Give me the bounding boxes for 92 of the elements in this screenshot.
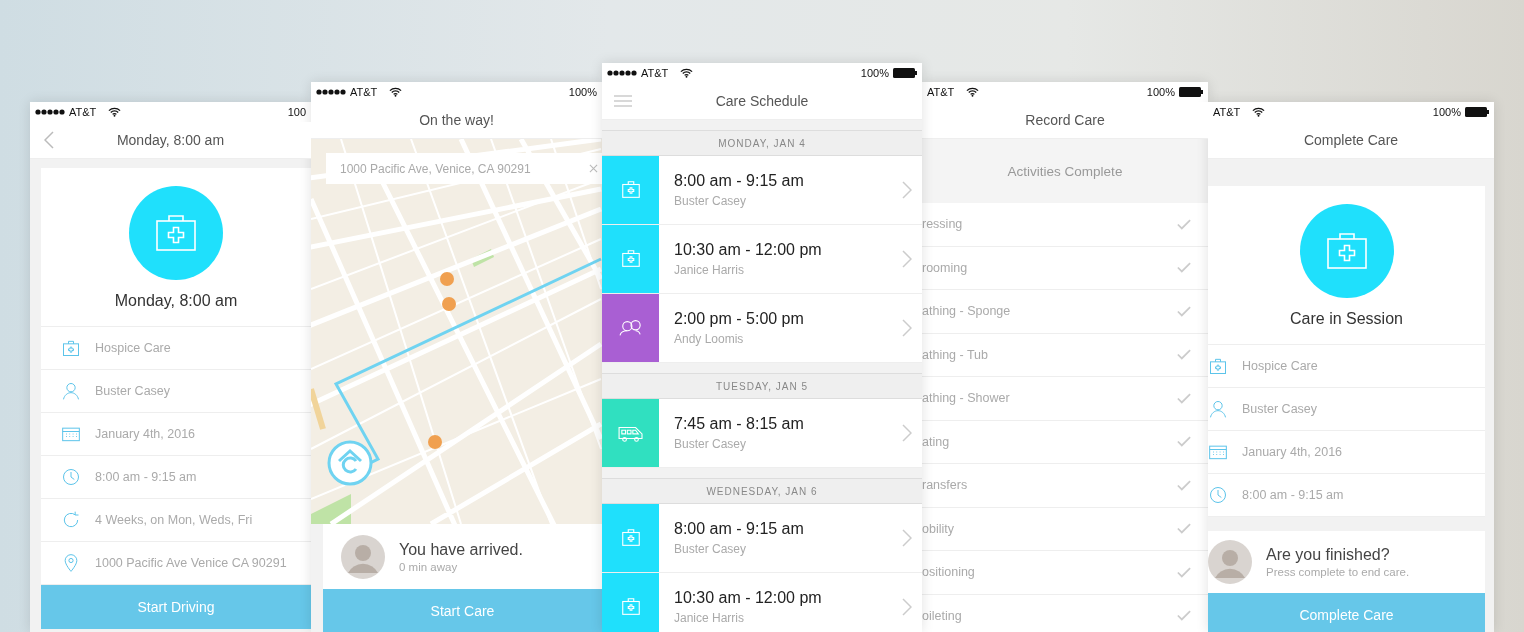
close-icon[interactable] xyxy=(589,164,598,173)
screen-title: Monday, 8:00 am xyxy=(116,132,225,148)
chevron-right-icon xyxy=(902,250,912,268)
day-heading: MONDAY, JAN 4 xyxy=(602,130,922,156)
visit-row[interactable]: 8:00 am - 9:15 am Buster Casey xyxy=(602,504,922,573)
hero-title: Care in Session xyxy=(1290,310,1403,328)
activity-name: obility xyxy=(922,521,955,536)
clock-icon xyxy=(61,467,81,487)
activity-name: ransfers xyxy=(922,478,969,493)
address-field[interactable]: 1000 Pacific Ave, Venice, CA 90291 xyxy=(326,153,602,184)
visit-row[interactable]: 10:30 am - 12:00 pm Janice Harris xyxy=(602,573,922,632)
battery-label: 100 xyxy=(287,106,306,118)
avatar-placeholder xyxy=(1208,540,1252,584)
menu-icon[interactable] xyxy=(614,95,632,107)
activity-name: athing - Shower xyxy=(922,391,1011,406)
visit-time: 10:30 am - 12:00 pm xyxy=(674,589,823,607)
client-name: Buster Casey xyxy=(674,194,748,208)
person-icon xyxy=(61,381,81,401)
detail-text: 4 Weeks, on Mon, Weds, Fri xyxy=(95,513,253,527)
chevron-right-icon xyxy=(902,181,912,199)
client-name: Buster Casey xyxy=(674,542,748,556)
hero-title: Monday, 8:00 am xyxy=(114,292,238,310)
battery-label: 100% xyxy=(860,67,889,79)
carrier-label: AT&T xyxy=(1213,106,1241,118)
battery-label: 100% xyxy=(568,86,597,98)
visit-row[interactable]: 10:30 am - 12:00 pm Janice Harris xyxy=(602,225,922,294)
prompt-subtitle: 0 min away xyxy=(399,560,459,573)
wifi-icon xyxy=(966,87,980,97)
client-name: Janice Harris xyxy=(674,263,746,277)
activity-name: rooming xyxy=(922,260,969,275)
chevron-right-icon xyxy=(902,319,912,337)
activity-name: athing - Sponge xyxy=(922,304,1012,319)
chevron-right-icon xyxy=(902,529,912,547)
detail-text: Buster Casey xyxy=(95,384,171,398)
client-name: Buster Casey xyxy=(674,437,748,451)
prompt-title: You have arrived. xyxy=(399,540,523,559)
avatar-placeholder xyxy=(341,534,385,579)
visit-row[interactable]: 8:00 am - 9:15 am Buster Casey xyxy=(602,156,922,225)
chevron-right-icon xyxy=(902,598,912,616)
detail-text: Hospice Care xyxy=(1242,359,1318,373)
visit-time: 7:45 am - 8:15 am xyxy=(674,415,805,433)
wifi-icon xyxy=(108,107,122,117)
wifi-icon xyxy=(680,68,694,78)
wifi-icon xyxy=(389,87,403,97)
visit-time: 8:00 am - 9:15 am xyxy=(674,172,805,190)
detail-text: Buster Casey xyxy=(1242,402,1318,416)
medical-kit-icon xyxy=(1208,356,1228,376)
activity-name: ressing xyxy=(922,217,964,232)
primary-button[interactable]: Start Driving xyxy=(41,585,311,629)
prompt-title: Are you finished? xyxy=(1266,546,1391,564)
battery-label: 100% xyxy=(1432,106,1461,118)
back-icon[interactable] xyxy=(44,131,54,149)
medical-kit-icon xyxy=(1299,204,1394,298)
screen-title: Care Schedule xyxy=(715,93,809,109)
visit-row[interactable]: 7:45 am - 8:15 am Buster Casey xyxy=(602,399,922,468)
visit-time: 8:00 am - 9:15 am xyxy=(674,520,805,538)
activity-name: ositioning xyxy=(922,565,976,580)
repeat-icon xyxy=(61,510,81,530)
detail-text: 8:00 am - 9:15 am xyxy=(1242,488,1344,502)
medical-kit-icon xyxy=(61,338,81,358)
detail-text: 8:00 am - 9:15 am xyxy=(95,470,197,484)
activity-name: ating xyxy=(922,434,951,449)
screen-title: On the way! xyxy=(419,112,494,128)
prompt-subtitle: Press complete to end care. xyxy=(1266,566,1410,578)
visit-time: 2:00 pm - 5:00 pm xyxy=(674,310,805,328)
detail-text: January 4th, 2016 xyxy=(1242,445,1343,459)
primary-button[interactable]: Complete Care xyxy=(1208,593,1485,632)
visit-time: 10:30 am - 12:00 pm xyxy=(674,241,823,259)
carrier-label: AT&T xyxy=(69,106,97,118)
client-name: Janice Harris xyxy=(674,611,746,625)
clock-icon xyxy=(1208,485,1228,505)
day-heading: TUESDAY, JAN 5 xyxy=(602,373,922,399)
activity-name: athing - Tub xyxy=(922,347,989,362)
person-icon xyxy=(1208,399,1228,419)
carrier-label: AT&T xyxy=(641,67,669,79)
activity-name: oileting xyxy=(922,608,963,623)
detail-text: 1000 Pacific Ave Venice CA 90291 xyxy=(95,556,287,570)
chevron-right-icon xyxy=(902,424,912,442)
screen-title: Complete Care xyxy=(1303,132,1399,148)
primary-button[interactable]: Start Care xyxy=(323,589,602,632)
visit-row[interactable]: 2:00 pm - 5:00 pm Andy Loomis xyxy=(602,294,922,363)
client-name: Andy Loomis xyxy=(674,332,745,346)
detail-text: Hospice Care xyxy=(95,341,171,355)
carrier-label: AT&T xyxy=(927,86,955,98)
screen-title: Record Care xyxy=(1025,112,1105,128)
medical-kit-icon xyxy=(129,186,223,280)
battery-label: 100% xyxy=(1146,86,1175,98)
detail-text: January 4th, 2016 xyxy=(95,427,196,441)
day-heading: WEDNESDAY, JAN 6 xyxy=(602,478,922,504)
carrier-label: AT&T xyxy=(350,86,378,98)
banner-title: Activities Complete xyxy=(1007,163,1123,179)
wifi-icon xyxy=(1252,107,1266,117)
